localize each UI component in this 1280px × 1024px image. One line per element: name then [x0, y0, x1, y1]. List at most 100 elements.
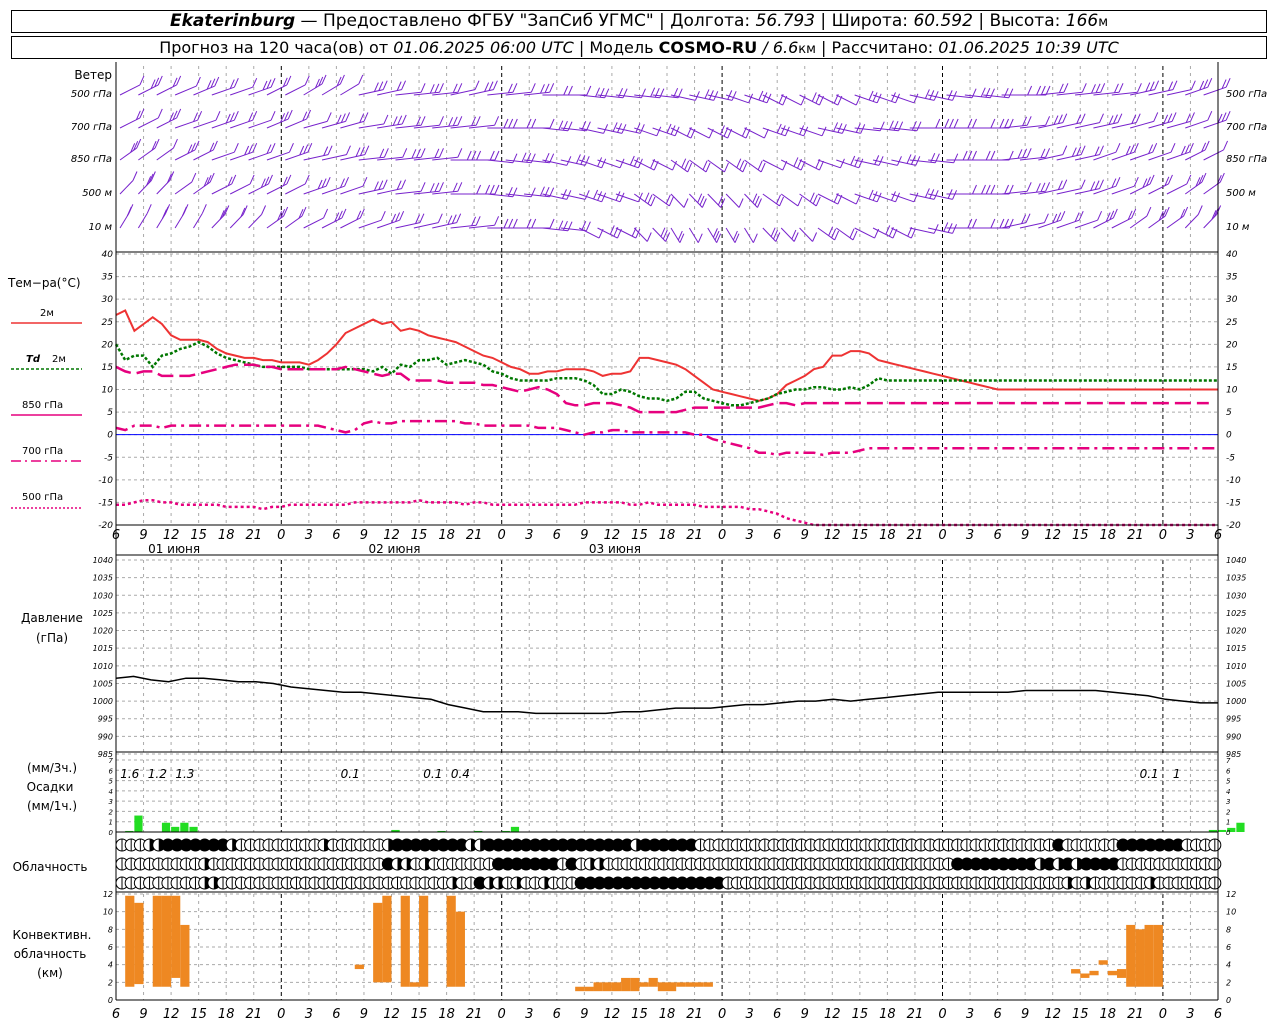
- wind-barb-feather: [876, 93, 882, 104]
- wind-barb-staff: [744, 159, 762, 173]
- wind-barb-feather: [1108, 115, 1114, 125]
- wind-barb-staff: [615, 193, 639, 203]
- wind-barb-feather: [702, 160, 708, 171]
- wind-barb-feather: [584, 156, 590, 166]
- wind-barb-feather: [924, 188, 930, 198]
- wind-barb-feather: [1090, 84, 1096, 94]
- wind-barb-feather: [157, 108, 163, 119]
- wind-barb-staff: [1111, 185, 1135, 195]
- wind-barb-staff: [321, 185, 345, 195]
- conv-bar: [134, 902, 144, 985]
- wind-barb-feather: [1022, 148, 1028, 158]
- wind-barb-feather: [660, 227, 666, 237]
- wind-barb-feather: [530, 83, 536, 93]
- wind-barb-feather: [666, 123, 672, 134]
- y-tick-label-left: 12: [103, 890, 113, 899]
- time-tick-label-temp: 3: [305, 528, 313, 543]
- wind-barb-feather: [132, 171, 138, 181]
- wind-barb-feather: [1172, 80, 1178, 90]
- y-tick-label-left: 1035: [93, 574, 113, 583]
- conv-bar: [419, 895, 429, 987]
- wind-barb-feather: [687, 162, 693, 173]
- wind-barb-staff: [1093, 185, 1117, 195]
- wind-barb-feather: [563, 85, 569, 96]
- time-tick-label-conv: 3: [1186, 1007, 1194, 1022]
- conv-bar: [1107, 970, 1117, 976]
- conv-bar: [602, 982, 612, 992]
- wind-barb-staff: [193, 119, 217, 129]
- time-tick-label-conv: 12: [1044, 1007, 1061, 1022]
- conv-bar: [694, 982, 704, 987]
- wind-barb-feather: [1223, 140, 1229, 151]
- y-tick-label-right: 6: [1226, 943, 1231, 952]
- wind-barb-feather: [1149, 81, 1155, 91]
- wind-barb-feather: [639, 124, 645, 134]
- time-tick-label-temp: 3: [966, 528, 974, 543]
- wind-barb-feather: [1201, 172, 1207, 183]
- wind-barb-feather: [763, 128, 769, 139]
- wind-barb-feather: [603, 124, 609, 134]
- y-tick-label-left: 7: [109, 757, 114, 765]
- time-tick-label-temp: 12: [1044, 528, 1061, 543]
- y-tick-label-left: -10: [98, 476, 113, 486]
- wind-barb-feather: [494, 184, 500, 195]
- wind-barb-staff: [285, 84, 306, 96]
- wind-barb-feather: [944, 118, 950, 129]
- conv-bar: [1153, 924, 1163, 987]
- y-tick-label-right: -20: [1226, 521, 1241, 531]
- wind-level-label-left: 10 м: [89, 222, 113, 233]
- wind-barb-staff: [597, 159, 621, 169]
- wind-level-labels: 500 гПа 500 гПа 700 гПа 700 гПа 850 гПа 850 г…: [71, 89, 1267, 233]
- wind-barb-feather: [1045, 116, 1051, 126]
- precip-bar: [1236, 822, 1245, 832]
- wind-barb-feather: [665, 232, 671, 242]
- wind-barb-feather: [821, 126, 827, 137]
- wind-barb-feather: [1149, 174, 1155, 185]
- wind-barb-staff: [744, 227, 754, 243]
- wind-barb-staff: [358, 219, 382, 229]
- y-tick-label-right: 1040: [1226, 556, 1246, 565]
- y-tick-label-right: 6: [1226, 767, 1231, 775]
- conv-bar: [1144, 924, 1154, 987]
- conv-bar: [685, 982, 695, 987]
- wind-barb-feather: [437, 213, 443, 223]
- conv-bar: [152, 895, 162, 987]
- wind-barb-staff: [1130, 151, 1153, 161]
- precip-3h-unit: (мм/3ч.): [27, 761, 77, 775]
- wind-barb-feather: [492, 80, 498, 90]
- y-tick-label-right: 4: [1226, 788, 1230, 796]
- wind-barb-feather: [929, 90, 935, 100]
- wind-barb-feather: [757, 160, 763, 171]
- wind-barb-feather: [420, 83, 426, 93]
- wind-barb-feather: [345, 112, 351, 122]
- precip-bar: [134, 815, 143, 832]
- wind-barb-feather: [924, 89, 930, 99]
- wind-barb-feather: [1035, 183, 1041, 193]
- wind-barb-staff: [634, 159, 655, 171]
- wind-barb-staff: [1166, 151, 1190, 161]
- legend-td-suffix: 2м: [52, 354, 66, 365]
- wind-barb-feather: [1040, 148, 1046, 158]
- wind-barb-feather: [1053, 115, 1059, 125]
- wind-barb-feather: [953, 153, 959, 163]
- time-tick-label-temp: 6: [1214, 528, 1222, 543]
- wind-barb-feather: [1136, 83, 1142, 93]
- wind-barb-feather: [363, 112, 369, 122]
- legend-850-label: 850 гПа: [22, 400, 63, 411]
- wind-barb-feather: [339, 74, 345, 85]
- precip-3h-sum: 1.3: [175, 767, 194, 781]
- time-tick-label-temp: 9: [139, 528, 147, 543]
- wind-barb-feather: [373, 82, 379, 92]
- wind-barb-staff: [597, 227, 618, 239]
- wind-barb-feather: [990, 218, 996, 229]
- wind-barb-staff: [230, 119, 253, 129]
- wind-barb-staff: [174, 119, 198, 129]
- wind-barb-feather: [544, 83, 550, 93]
- y-tick-label-left: 3: [109, 798, 113, 806]
- wind-barb-feather: [1043, 213, 1049, 223]
- wind-barb-feather: [723, 162, 729, 173]
- conv-title-1: Конвективн.: [13, 928, 92, 942]
- wind-barb-feather: [416, 116, 421, 126]
- wind-barb-feather: [1062, 113, 1068, 123]
- wind-barb-staff: [689, 159, 707, 173]
